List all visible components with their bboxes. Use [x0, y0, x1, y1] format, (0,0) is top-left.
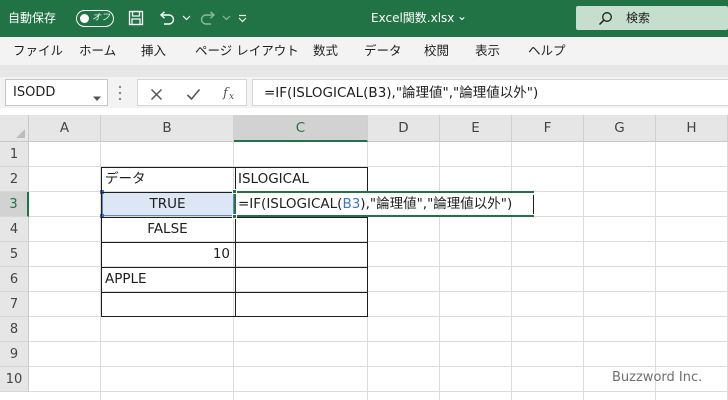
worksheet-grid: A B C D E F G H 1 2 3 4 5 6 7 8 9 10 データ… [0, 115, 728, 400]
gridline-v [511, 142, 512, 400]
chevron-down-icon[interactable] [93, 87, 101, 106]
row-header-5[interactable]: 5 [0, 242, 29, 267]
toggle-knob [80, 13, 89, 23]
tab-review[interactable]: 校閲 [424, 43, 449, 59]
ribbon-tabs: ファイル ホーム 挿入 ページ レイアウト 数式 データ 校閲 表示 ヘルプ [0, 37, 728, 65]
tab-file[interactable]: ファイル [13, 43, 63, 59]
file-name[interactable]: Excel関数.xlsx [371, 10, 454, 26]
selection-handle [232, 189, 237, 194]
search-placeholder: 検索 [626, 11, 651, 25]
formula-prefix: =IF(ISLOGICAL( [238, 196, 343, 212]
formula-bar: ISODD fx =IF(ISLOGICAL(B3),"論理値","論理値以外"… [0, 77, 728, 108]
drag-handle-icon[interactable] [118, 85, 122, 105]
gridline-v [439, 142, 440, 400]
name-box[interactable]: ISODD [5, 79, 108, 106]
gridline-h [29, 391, 728, 392]
cell-b6[interactable]: APPLE [101, 267, 234, 292]
gridline-h [29, 366, 728, 367]
column-header-h[interactable]: H [656, 115, 728, 142]
watermark: Buzzword Inc. [612, 370, 703, 385]
row-header-9[interactable]: 9 [0, 342, 29, 367]
tab-formulas[interactable]: 数式 [313, 43, 338, 59]
row-header-8[interactable]: 8 [0, 317, 29, 342]
table-border-h [102, 292, 367, 293]
formula-suffix: ),"論理値","論理値以外") [360, 196, 513, 212]
row-header-6[interactable]: 6 [0, 267, 29, 292]
cell-editor-c3[interactable]: =IF(ISLOGICAL(B3),"論理値","論理値以外") [232, 189, 534, 219]
column-header-b[interactable]: B [101, 115, 234, 142]
formula-reference: B3 [342, 196, 361, 212]
gridline-v [583, 142, 584, 400]
tab-help[interactable]: ヘルプ [528, 43, 566, 59]
autosave-label: 自動保存 [8, 11, 57, 25]
column-header-f[interactable]: F [512, 115, 584, 142]
cell-b4[interactable]: FALSE [101, 217, 234, 242]
column-header-d[interactable]: D [368, 115, 440, 142]
redo-dropdown-icon [220, 8, 232, 28]
column-header-a[interactable]: A [29, 115, 101, 142]
row-header-2[interactable]: 2 [0, 167, 29, 192]
cell-editor-text: =IF(ISLOGICAL(B3),"論理値","論理値以外") [238, 195, 512, 213]
customize-qat-icon[interactable] [236, 8, 248, 28]
tab-view[interactable]: 表示 [475, 43, 500, 59]
file-name-chevron-icon[interactable]: ⌄ [457, 8, 467, 24]
svg-text:x: x [229, 92, 234, 101]
autosave-toggle[interactable]: オフ [76, 10, 114, 27]
gridline-v [655, 142, 656, 400]
enter-icon[interactable] [186, 86, 201, 105]
formula-input[interactable]: =IF(ISLOGICAL(B3),"論理値","論理値以外") [252, 79, 728, 106]
row-header-1[interactable]: 1 [0, 142, 29, 167]
tab-data[interactable]: データ [364, 43, 402, 59]
search-icon [598, 11, 613, 30]
formula-buttons: fx [137, 79, 247, 106]
row-header-10[interactable]: 10 [0, 367, 29, 392]
row-header-3[interactable]: 3 [0, 192, 29, 217]
select-all-button[interactable] [0, 115, 29, 142]
cell-b3[interactable]: TRUE [101, 192, 234, 217]
row-header-4[interactable]: 4 [0, 217, 29, 242]
save-icon[interactable] [126, 8, 146, 28]
cancel-icon[interactable] [150, 86, 163, 105]
selection-handle [232, 214, 237, 219]
row-header-7[interactable]: 7 [0, 292, 29, 317]
tab-page-layout[interactable]: ページ レイアウト [195, 43, 299, 59]
text-caret [533, 195, 534, 214]
undo-icon[interactable] [156, 8, 178, 28]
tab-insert[interactable]: 挿入 [141, 43, 166, 59]
formula-text: =IF(ISLOGICAL(B3),"論理値","論理値以外") [264, 85, 539, 101]
search-box[interactable]: 検索 [576, 6, 728, 30]
cell-c2[interactable]: ISLOGICAL [234, 167, 368, 192]
undo-dropdown-icon[interactable] [180, 8, 192, 28]
redo-icon [197, 8, 219, 28]
gridline-h [29, 341, 728, 342]
cell-b2[interactable]: データ [101, 167, 234, 192]
column-header-e[interactable]: E [440, 115, 512, 142]
cell-b5[interactable]: 10 [101, 242, 234, 267]
tab-home[interactable]: ホーム [79, 43, 116, 59]
title-bar: 自動保存 オフ Excel関数.xlsx ⌄ 検索 [0, 0, 728, 37]
autosave-state: オフ [92, 13, 111, 23]
insert-function-icon[interactable]: fx [222, 84, 238, 105]
column-header-g[interactable]: G [584, 115, 656, 142]
select-all-triangle-icon [16, 129, 25, 138]
ribbon-collapsed-band [0, 65, 728, 77]
name-box-value: ISODD [13, 85, 56, 100]
column-header-c[interactable]: C [234, 115, 368, 142]
